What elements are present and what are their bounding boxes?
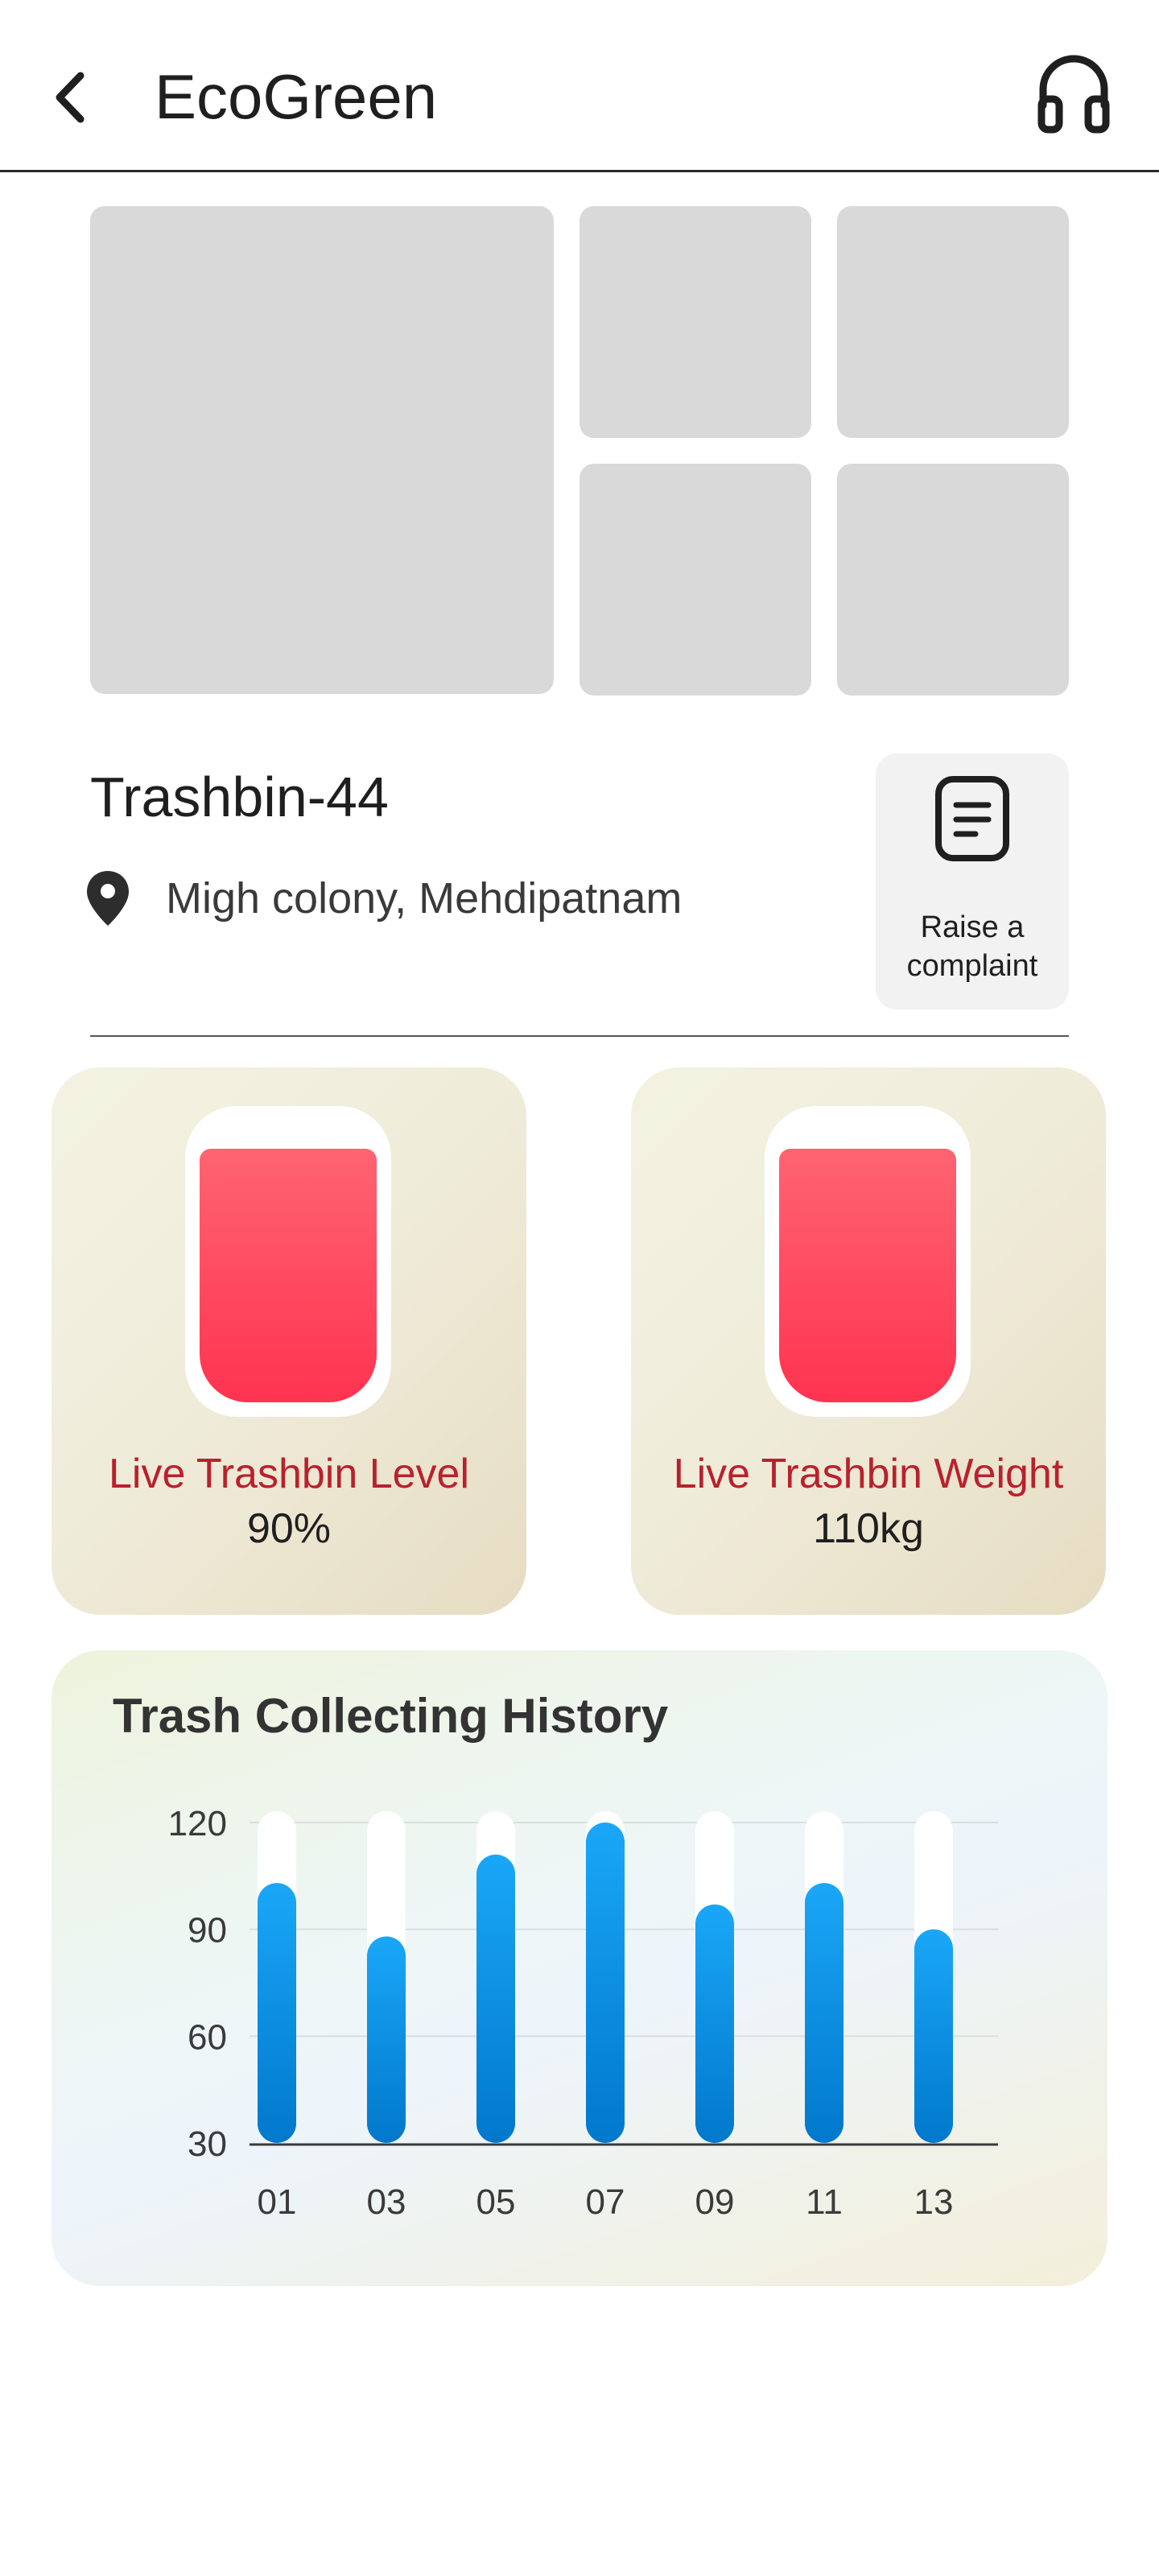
x-tick-label: 09 — [695, 2182, 735, 2222]
section-divider — [90, 1035, 1069, 1037]
x-tick-label: 03 — [367, 2182, 406, 2222]
chevron-left-icon — [56, 72, 85, 123]
document-icon — [935, 776, 1009, 861]
gallery-image-thumb[interactable] — [837, 464, 1069, 696]
complaint-label-line1: Raise a — [920, 910, 1025, 944]
y-tick-label: 60 — [188, 2017, 227, 2057]
headset-icon — [1037, 55, 1110, 134]
trashbin-weight-fill — [779, 1149, 956, 1402]
live-level-card[interactable]: Live Trashbin Level 90% — [52, 1067, 526, 1615]
trashbin-level-fill — [200, 1149, 377, 1402]
complaint-label-line2: complaint — [906, 949, 1038, 983]
y-tick-label: 120 — [168, 1804, 227, 1843]
history-bar-01[interactable] — [258, 1883, 296, 2143]
x-tick-label: 01 — [258, 2182, 297, 2222]
gallery-image-thumb[interactable] — [837, 206, 1069, 438]
x-tick-label: 11 — [806, 2182, 843, 2222]
gallery-image-thumb[interactable] — [580, 464, 811, 696]
history-bar-chart: 30 60 90 120 01 03 05 07 09 11 13 — [168, 1804, 998, 2222]
live-level-value: 90% — [246, 1505, 332, 1552]
raise-complaint-button[interactable]: Raise a complaint — [876, 753, 1069, 1009]
history-bar-13[interactable] — [914, 1929, 953, 2143]
x-tick-label: 05 — [476, 2182, 516, 2222]
trashbin-level-graphic — [185, 1106, 391, 1417]
app-title: EcoGreen — [155, 61, 438, 132]
gallery-image-main[interactable] — [90, 206, 554, 694]
live-level-label: Live Trashbin Level — [108, 1451, 470, 1497]
live-weight-label: Live Trashbin Weight — [673, 1451, 1064, 1497]
y-tick-label: 30 — [188, 2124, 227, 2164]
map-pin-icon — [87, 871, 129, 926]
history-bar-11[interactable] — [805, 1883, 843, 2143]
x-tick-label: 07 — [586, 2182, 625, 2222]
support-button[interactable] — [1033, 50, 1114, 138]
history-bar-05[interactable] — [476, 1854, 515, 2143]
trashbin-weight-graphic — [765, 1106, 971, 1417]
trash-history-card: Trash Collecting History 30 60 90 120 01 03 05… — [52, 1650, 1107, 2286]
live-weight-card[interactable]: Live Trashbin Weight 110kg — [631, 1067, 1106, 1615]
bin-location: Migh colony, Mehdipatnam — [166, 874, 683, 923]
live-weight-value: 110kg — [813, 1505, 924, 1552]
x-tick-label: 13 — [914, 2182, 954, 2222]
bin-name: Trashbin-44 — [90, 766, 389, 828]
back-button[interactable] — [39, 61, 103, 134]
history-bar-07[interactable] — [586, 1823, 625, 2143]
gallery-image-thumb[interactable] — [580, 206, 811, 438]
history-bar-03[interactable] — [367, 1936, 406, 2143]
y-tick-label: 90 — [188, 1911, 227, 1951]
complaint-label: Raise a complaint — [876, 908, 1069, 985]
history-bar-09[interactable] — [695, 1904, 734, 2143]
